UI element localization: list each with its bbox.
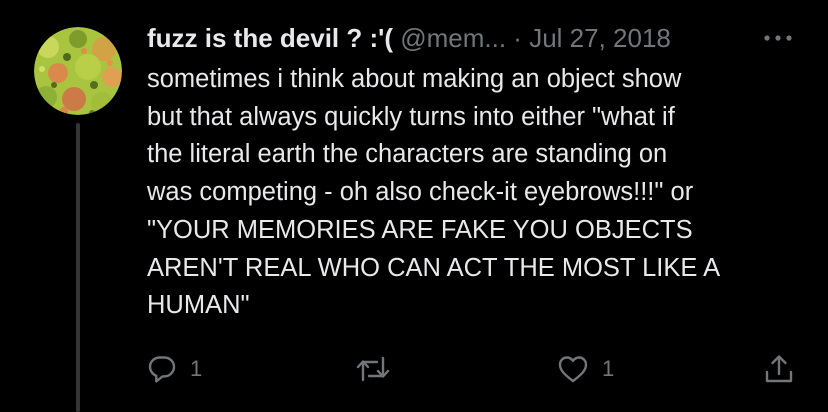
tweet-text-line: AREN'T REAL WHO CAN ACT THE MOST LIKE A: [147, 253, 721, 282]
retweet-icon: [356, 356, 390, 382]
timestamp[interactable]: Jul 27, 2018: [529, 23, 671, 53]
tweet-text-line: HUMAN": [147, 291, 250, 320]
share-icon: [765, 355, 793, 383]
share-button[interactable]: [764, 352, 794, 386]
reply-icon: [148, 356, 176, 383]
like-button[interactable]: 1: [557, 352, 614, 386]
tweet-text-line: but that always quickly turns into eithe…: [147, 102, 675, 131]
heart-icon: [558, 356, 588, 383]
tweet-text-line: "YOUR MEMORIES ARE FAKE YOU OBJECTS: [147, 215, 693, 244]
retweet-button[interactable]: [355, 352, 404, 386]
tweet-text-line: sometimes i think about making an object…: [147, 65, 682, 93]
display-name[interactable]: fuzz is the devil ? :'(: [147, 23, 393, 53]
avatar[interactable]: [34, 27, 122, 115]
tweet[interactable]: fuzz is the devil ? :'( @mem... · Jul 27…: [0, 0, 828, 412]
tweet-text: sometimes i think about making an object…: [147, 61, 797, 325]
more-button[interactable]: [762, 30, 794, 46]
like-count: 1: [602, 356, 615, 381]
thread-line: [76, 123, 80, 412]
tweet-header: fuzz is the devil ? :'( @mem... · Jul 27…: [147, 21, 747, 55]
reply-count: 1: [190, 356, 203, 381]
user-handle[interactable]: @mem...: [400, 23, 506, 53]
tweet-text-line: the literal earth the characters are sta…: [147, 140, 668, 169]
reply-button[interactable]: 1: [147, 352, 202, 386]
tweet-text-line: was competing - oh also check-it eyebrow…: [147, 178, 694, 207]
separator-dot: ·: [513, 23, 522, 53]
more-horizontal-icon: [764, 35, 792, 41]
